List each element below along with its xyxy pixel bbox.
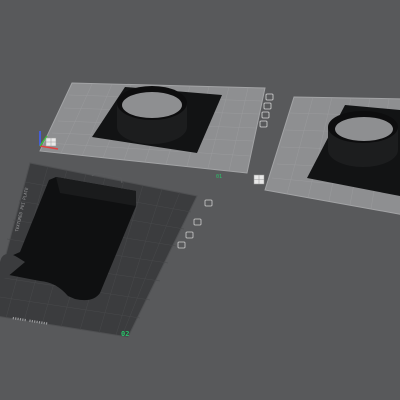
lock-icon[interactable] xyxy=(265,93,274,101)
arrange-icon[interactable] xyxy=(261,111,270,119)
plate-1-number: 01 xyxy=(216,174,222,180)
lock-icon[interactable] xyxy=(204,199,213,207)
plate-1[interactable]: 01 xyxy=(39,82,274,180)
orient-icon[interactable] xyxy=(259,120,268,128)
plate-2-ring-hole xyxy=(335,117,393,141)
settings-icon[interactable] xyxy=(263,102,272,110)
3d-viewport[interactable]: 01 TEXTURED PEI PLATE ▮▮▮▮▮▮ ▮▮▮▮▮▮▮▮ 02 xyxy=(0,0,400,400)
orient-icon[interactable] xyxy=(177,241,186,249)
plate-2-origin-marker xyxy=(253,174,265,185)
arrange-icon[interactable] xyxy=(185,231,194,239)
plate-1-ring-hole xyxy=(122,92,182,118)
plate-3[interactable]: TEXTURED PEI PLATE ▮▮▮▮▮▮ ▮▮▮▮▮▮▮▮ 02 xyxy=(0,162,213,338)
plate-3-number: 02 xyxy=(121,330,129,338)
plate-2[interactable] xyxy=(253,96,400,216)
settings-icon[interactable] xyxy=(193,218,202,226)
